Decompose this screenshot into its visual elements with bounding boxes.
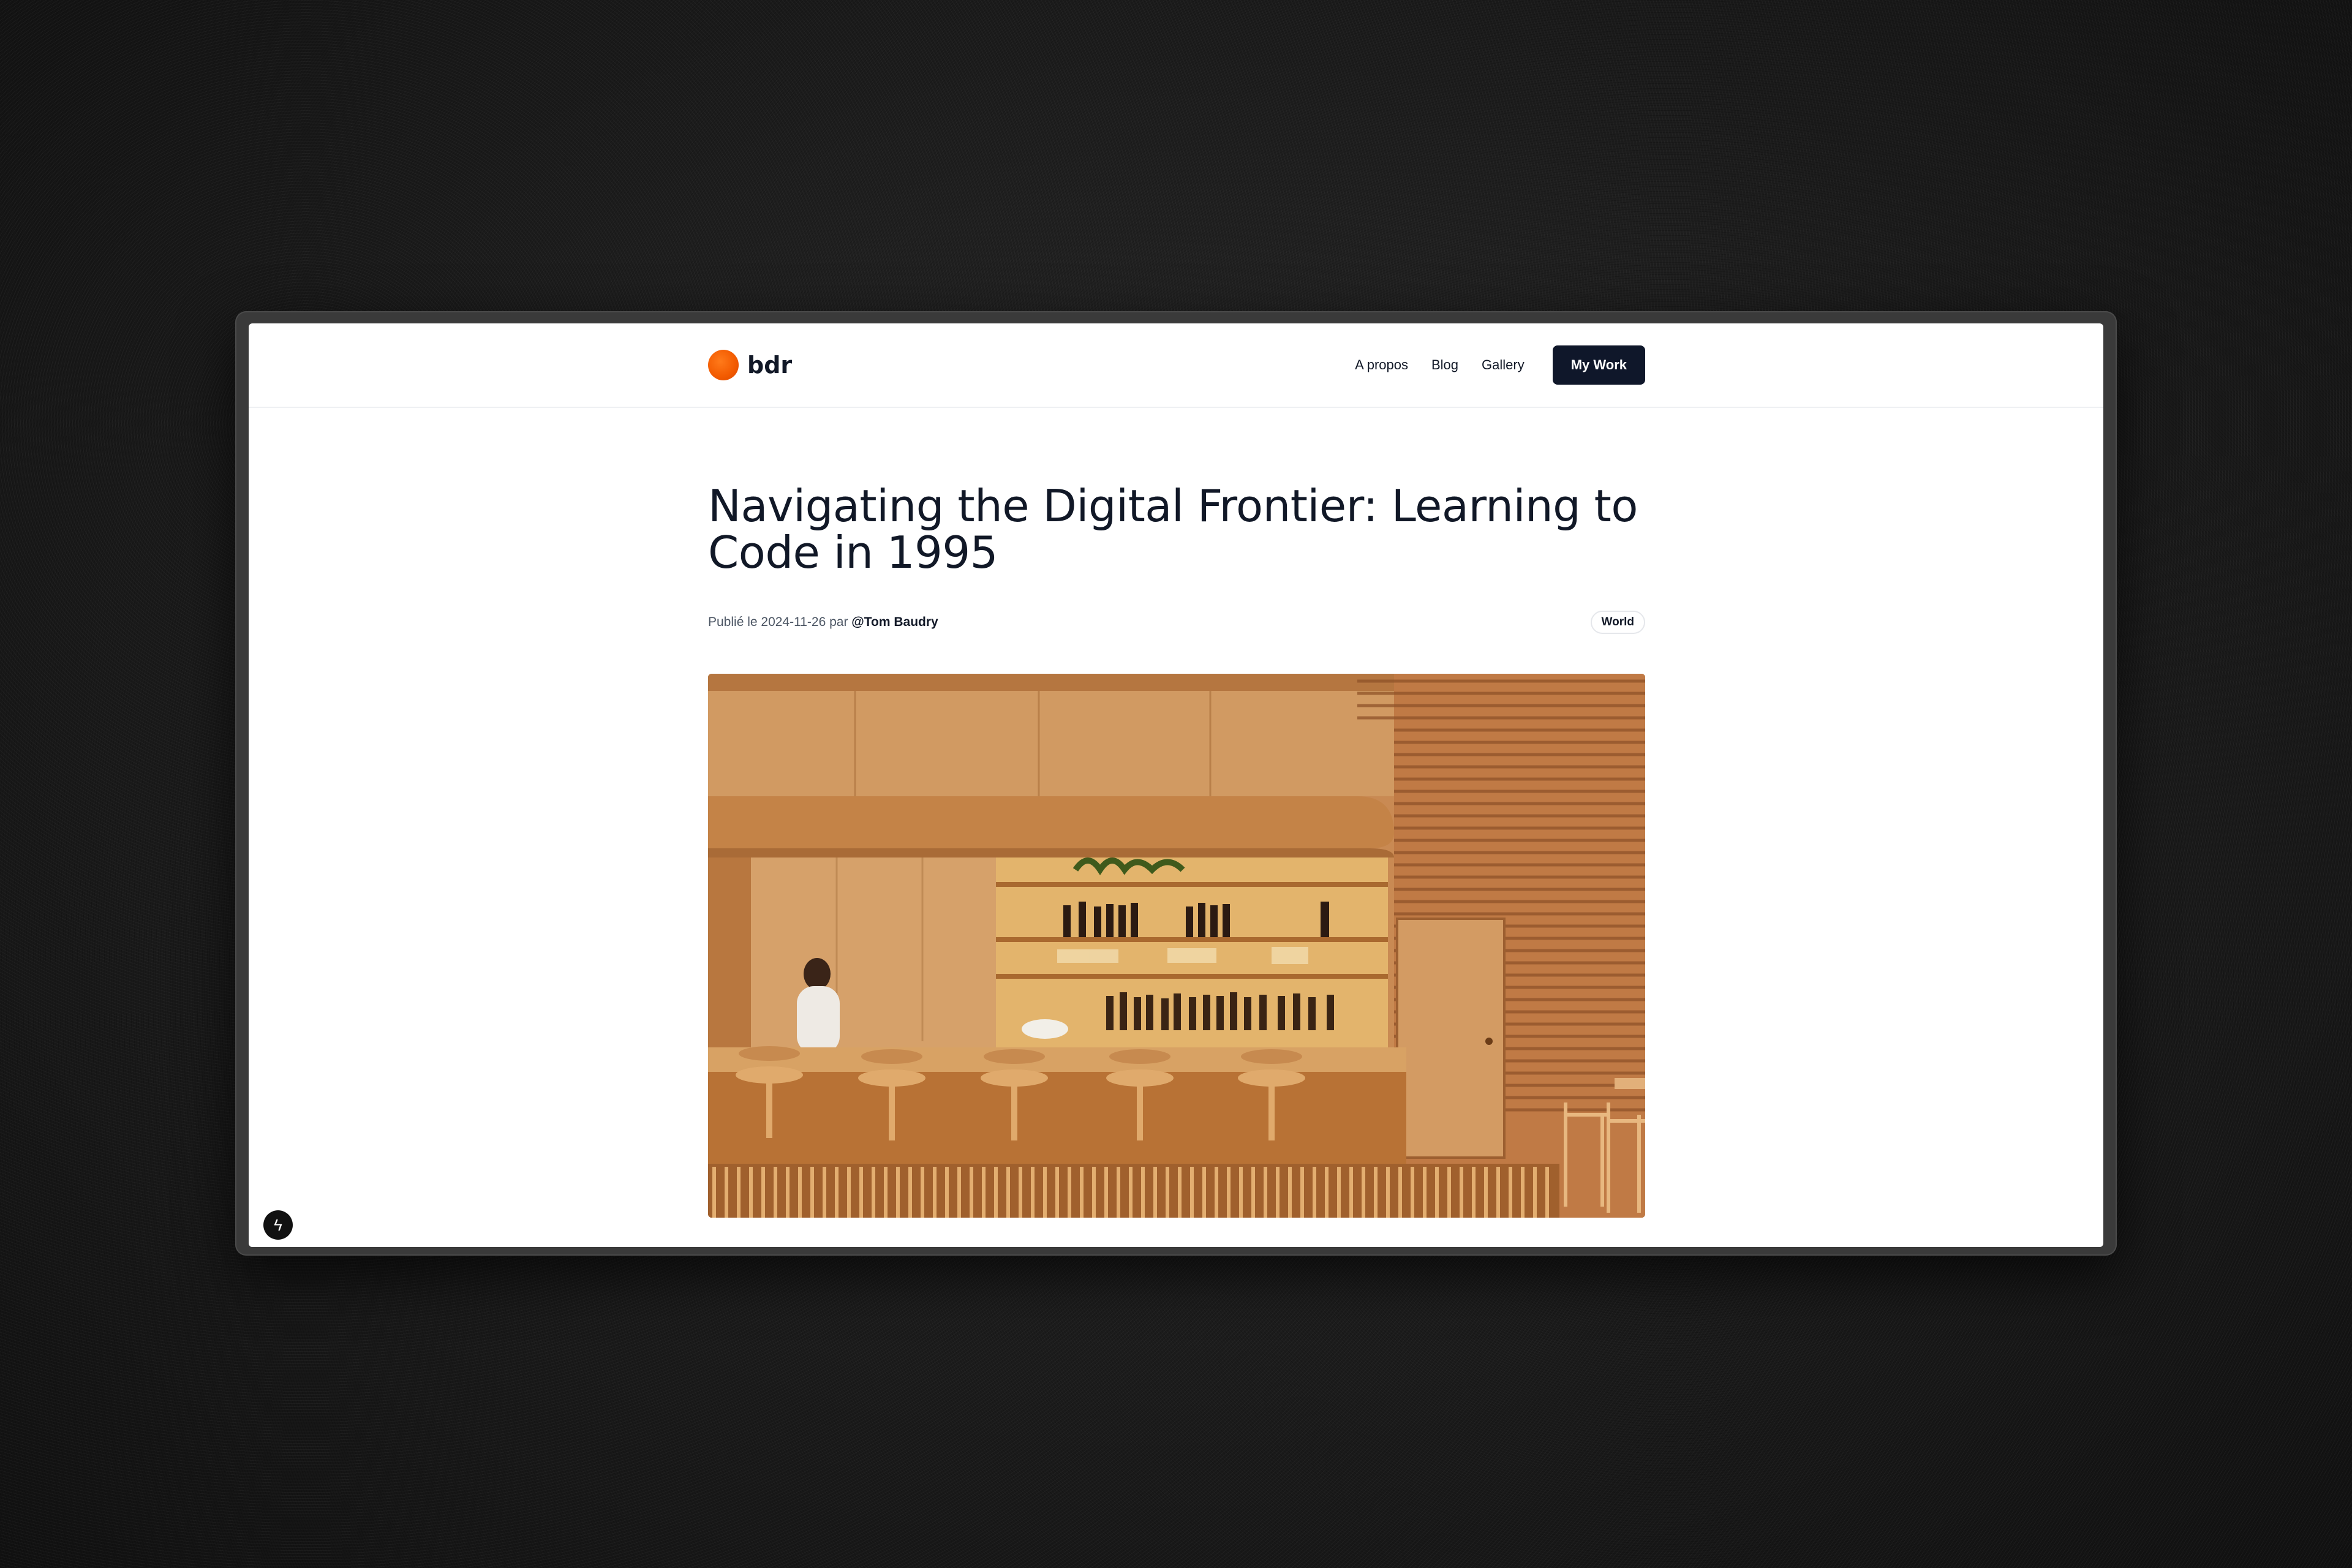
article-title: Navigating the Digital Frontier: Learnin… bbox=[708, 480, 1638, 578]
author-link[interactable]: @Tom Baudry bbox=[851, 615, 938, 629]
header-container: bdr A propos Blog Gallery My Work bbox=[708, 323, 1645, 407]
site-header: bdr A propos Blog Gallery My Work bbox=[249, 323, 2103, 408]
article-meta-row: Publié le 2024-11-26 par @Tom Baudry Wor… bbox=[708, 610, 1645, 635]
hero-illustration bbox=[708, 674, 1645, 1218]
published-text: Publié le 2024-11-26 par bbox=[708, 615, 852, 629]
my-work-button[interactable]: My Work bbox=[1552, 345, 1645, 385]
devtools-toggle-button[interactable]: ϟ bbox=[263, 1210, 293, 1240]
browser-viewport: bdr A propos Blog Gallery My Work Naviga… bbox=[249, 323, 2103, 1247]
brand-name: bdr bbox=[747, 352, 793, 379]
brand-logo[interactable]: bdr bbox=[708, 350, 792, 380]
hero-image bbox=[708, 674, 1645, 1218]
monitor-frame: bdr A propos Blog Gallery My Work Naviga… bbox=[235, 311, 2117, 1256]
lightning-icon: ϟ bbox=[274, 1215, 282, 1234]
main-nav: A propos Blog Gallery My Work bbox=[1355, 345, 1645, 385]
article: Navigating the Digital Frontier: Learnin… bbox=[708, 407, 1645, 1218]
category-tag[interactable]: World bbox=[1590, 611, 1645, 634]
logo-dot-icon bbox=[708, 350, 739, 380]
nav-link-blog[interactable]: Blog bbox=[1431, 357, 1458, 373]
nav-link-a-propos[interactable]: A propos bbox=[1355, 357, 1408, 373]
article-meta: Publié le 2024-11-26 par @Tom Baudry bbox=[708, 615, 938, 630]
nav-link-gallery[interactable]: Gallery bbox=[1482, 357, 1525, 373]
